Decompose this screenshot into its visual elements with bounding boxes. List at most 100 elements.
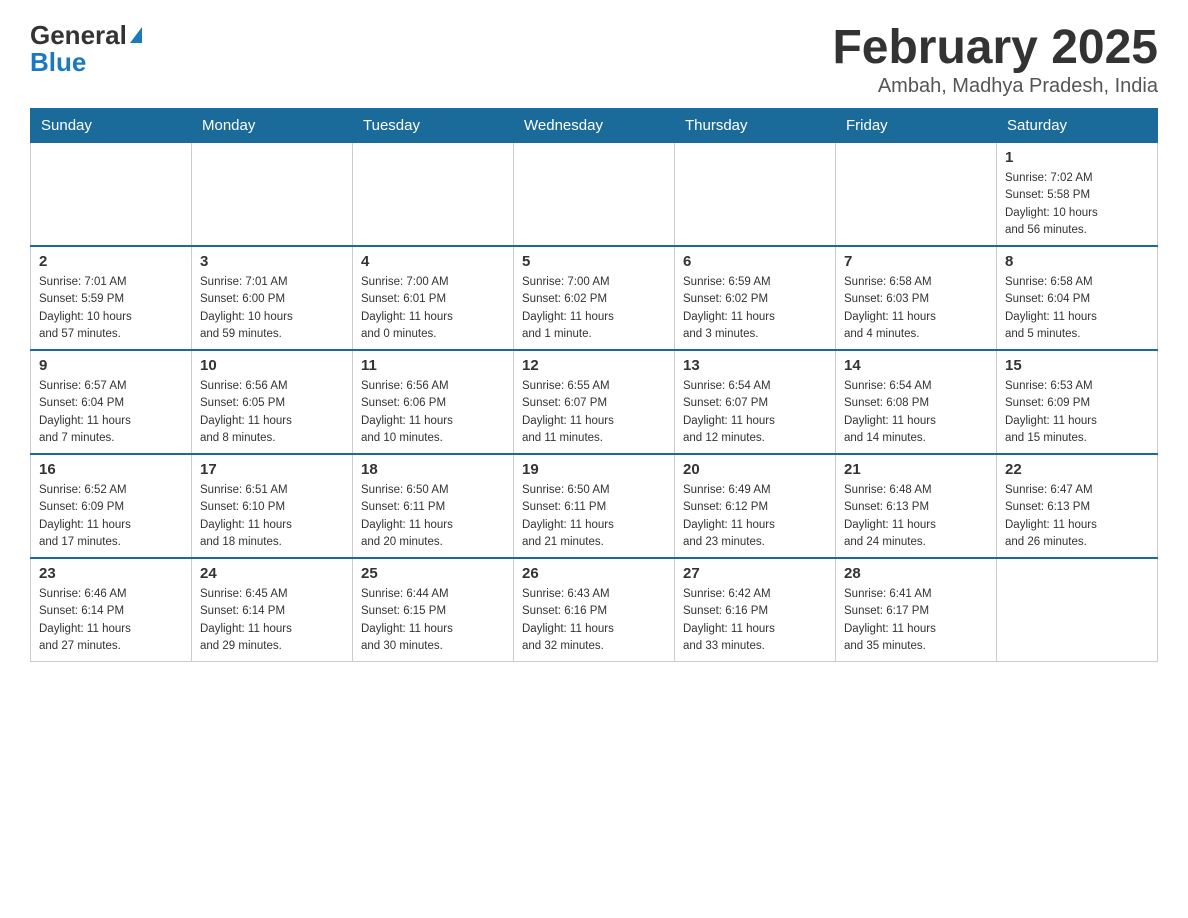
day-info: Sunrise: 6:55 AMSunset: 6:07 PMDaylight:… <box>522 378 666 447</box>
day-number: 3 <box>200 253 344 270</box>
day-number: 5 <box>522 253 666 270</box>
day-number: 28 <box>844 565 988 582</box>
calendar-cell <box>836 143 997 247</box>
calendar-cell: 5Sunrise: 7:00 AMSunset: 6:02 PMDaylight… <box>514 246 675 350</box>
weekday-header-sunday: Sunday <box>31 109 192 143</box>
day-number: 8 <box>1005 253 1149 270</box>
day-number: 24 <box>200 565 344 582</box>
calendar-cell: 1 Sunrise: 7:02 AMSunset: 5:58 PMDaylight… <box>997 143 1158 247</box>
calendar-cell: 6 Sunrise: 6:59 AMSunset: 6:02 PMDaylight… <box>675 246 836 350</box>
page-header: General Blue February 2025 Ambah, Madhya… <box>30 20 1158 98</box>
calendar-cell <box>192 143 353 247</box>
calendar-cell: 22Sunrise: 6:47 AMSunset: 6:13 PMDayligh… <box>997 454 1158 558</box>
calendar-cell: 12 Sunrise: 6:55 AMSunset: 6:07 PMDayligh… <box>514 350 675 454</box>
calendar-cell: 23 Sunrise: 6:46 AMSunset: 6:14 PMDayligh… <box>31 558 192 662</box>
calendar-cell: 14 Sunrise: 6:54 AMSunset: 6:08 PMDayligh… <box>836 350 997 454</box>
day-number: 17 <box>200 461 344 478</box>
day-info: Sunrise: 6:51 AMSunset: 6:10 PMDaylight:… <box>200 482 344 551</box>
calendar-cell: 7 Sunrise: 6:58 AMSunset: 6:03 PMDaylight… <box>836 246 997 350</box>
weekday-header-friday: Friday <box>836 109 997 143</box>
calendar-cell: 27 Sunrise: 6:42 AMSunset: 6:16 PMDayligh… <box>675 558 836 662</box>
day-number: 13 <box>683 357 827 374</box>
calendar-cell <box>353 143 514 247</box>
day-number: 6 <box>683 253 827 270</box>
calendar-cell: 25 Sunrise: 6:44 AMSunset: 6:15 PMDayligh… <box>353 558 514 662</box>
day-info: Sunrise: 7:00 AMSunset: 6:01 PMDaylight:… <box>361 274 505 343</box>
day-number: 15 <box>1005 357 1149 374</box>
logo-area: General Blue <box>30 20 142 78</box>
day-info: Sunrise: 6:58 AMSunset: 6:03 PMDaylight:… <box>844 274 988 343</box>
location-title: Ambah, Madhya Pradesh, India <box>832 75 1158 98</box>
calendar-cell: 28 Sunrise: 6:41 AMSunset: 6:17 PMDayligh… <box>836 558 997 662</box>
calendar-cell: 13Sunrise: 6:54 AMSunset: 6:07 PMDayligh… <box>675 350 836 454</box>
day-number: 11 <box>361 357 505 374</box>
day-number: 18 <box>361 461 505 478</box>
day-info: Sunrise: 6:45 AMSunset: 6:14 PMDaylight:… <box>200 586 344 655</box>
day-info: Sunrise: 6:48 AMSunset: 6:13 PMDaylight:… <box>844 482 988 551</box>
day-info: Sunrise: 6:42 AMSunset: 6:16 PMDaylight:… <box>683 586 827 655</box>
day-info: Sunrise: 6:59 AMSunset: 6:02 PMDaylight:… <box>683 274 827 343</box>
calendar-week-2: 2 Sunrise: 7:01 AMSunset: 5:59 PMDaylight… <box>31 246 1158 350</box>
day-number: 14 <box>844 357 988 374</box>
day-info: Sunrise: 7:01 AMSunset: 5:59 PMDaylight:… <box>39 274 183 343</box>
calendar-cell: 26Sunrise: 6:43 AMSunset: 6:16 PMDayligh… <box>514 558 675 662</box>
calendar-cell: 17 Sunrise: 6:51 AMSunset: 6:10 PMDayligh… <box>192 454 353 558</box>
day-info: Sunrise: 6:52 AMSunset: 6:09 PMDaylight:… <box>39 482 183 551</box>
calendar-cell <box>675 143 836 247</box>
day-number: 21 <box>844 461 988 478</box>
day-number: 16 <box>39 461 183 478</box>
day-info: Sunrise: 6:58 AMSunset: 6:04 PMDaylight:… <box>1005 274 1149 343</box>
weekday-header-monday: Monday <box>192 109 353 143</box>
day-number: 12 <box>522 357 666 374</box>
day-number: 22 <box>1005 461 1149 478</box>
calendar-week-1: 1 Sunrise: 7:02 AMSunset: 5:58 PMDaylight… <box>31 143 1158 247</box>
weekday-header-row: SundayMondayTuesdayWednesdayThursdayFrid… <box>31 109 1158 143</box>
day-info: Sunrise: 6:57 AMSunset: 6:04 PMDaylight:… <box>39 378 183 447</box>
day-number: 9 <box>39 357 183 374</box>
calendar-cell: 16 Sunrise: 6:52 AMSunset: 6:09 PMDayligh… <box>31 454 192 558</box>
day-number: 10 <box>200 357 344 374</box>
calendar-cell: 24 Sunrise: 6:45 AMSunset: 6:14 PMDayligh… <box>192 558 353 662</box>
calendar-cell <box>997 558 1158 662</box>
calendar-cell: 18Sunrise: 6:50 AMSunset: 6:11 PMDayligh… <box>353 454 514 558</box>
day-info: Sunrise: 6:49 AMSunset: 6:12 PMDaylight:… <box>683 482 827 551</box>
calendar-cell: 11 Sunrise: 6:56 AMSunset: 6:06 PMDayligh… <box>353 350 514 454</box>
day-info: Sunrise: 7:02 AMSunset: 5:58 PMDaylight:… <box>1005 170 1149 239</box>
day-number: 2 <box>39 253 183 270</box>
month-title: February 2025 <box>832 20 1158 75</box>
calendar-week-3: 9 Sunrise: 6:57 AMSunset: 6:04 PMDaylight… <box>31 350 1158 454</box>
day-number: 1 <box>1005 149 1149 166</box>
day-number: 25 <box>361 565 505 582</box>
day-number: 27 <box>683 565 827 582</box>
logo-triangle-icon <box>130 27 142 43</box>
day-number: 19 <box>522 461 666 478</box>
calendar-cell: 19 Sunrise: 6:50 AMSunset: 6:11 PMDayligh… <box>514 454 675 558</box>
calendar-cell: 10 Sunrise: 6:56 AMSunset: 6:05 PMDayligh… <box>192 350 353 454</box>
day-number: 26 <box>522 565 666 582</box>
day-number: 20 <box>683 461 827 478</box>
day-info: Sunrise: 6:44 AMSunset: 6:15 PMDaylight:… <box>361 586 505 655</box>
day-info: Sunrise: 6:54 AMSunset: 6:08 PMDaylight:… <box>844 378 988 447</box>
calendar-cell: 3 Sunrise: 7:01 AMSunset: 6:00 PMDaylight… <box>192 246 353 350</box>
day-info: Sunrise: 6:41 AMSunset: 6:17 PMDaylight:… <box>844 586 988 655</box>
calendar-cell: 8 Sunrise: 6:58 AMSunset: 6:04 PMDaylight… <box>997 246 1158 350</box>
day-number: 23 <box>39 565 183 582</box>
day-info: Sunrise: 6:46 AMSunset: 6:14 PMDaylight:… <box>39 586 183 655</box>
day-info: Sunrise: 6:53 AMSunset: 6:09 PMDaylight:… <box>1005 378 1149 447</box>
calendar-cell: 21 Sunrise: 6:48 AMSunset: 6:13 PMDayligh… <box>836 454 997 558</box>
day-info: Sunrise: 7:01 AMSunset: 6:00 PMDaylight:… <box>200 274 344 343</box>
calendar-cell: 4 Sunrise: 7:00 AMSunset: 6:01 PMDaylight… <box>353 246 514 350</box>
calendar-cell <box>31 143 192 247</box>
calendar-week-4: 16 Sunrise: 6:52 AMSunset: 6:09 PMDayligh… <box>31 454 1158 558</box>
weekday-header-thursday: Thursday <box>675 109 836 143</box>
day-info: Sunrise: 6:56 AMSunset: 6:06 PMDaylight:… <box>361 378 505 447</box>
calendar-cell: 15 Sunrise: 6:53 AMSunset: 6:09 PMDayligh… <box>997 350 1158 454</box>
day-info: Sunrise: 6:56 AMSunset: 6:05 PMDaylight:… <box>200 378 344 447</box>
calendar-cell: 9 Sunrise: 6:57 AMSunset: 6:04 PMDaylight… <box>31 350 192 454</box>
calendar-cell <box>514 143 675 247</box>
day-number: 4 <box>361 253 505 270</box>
day-number: 7 <box>844 253 988 270</box>
logo-blue: Blue <box>30 47 86 78</box>
day-info: Sunrise: 6:50 AMSunset: 6:11 PMDaylight:… <box>522 482 666 551</box>
calendar-cell: 20 Sunrise: 6:49 AMSunset: 6:12 PMDayligh… <box>675 454 836 558</box>
